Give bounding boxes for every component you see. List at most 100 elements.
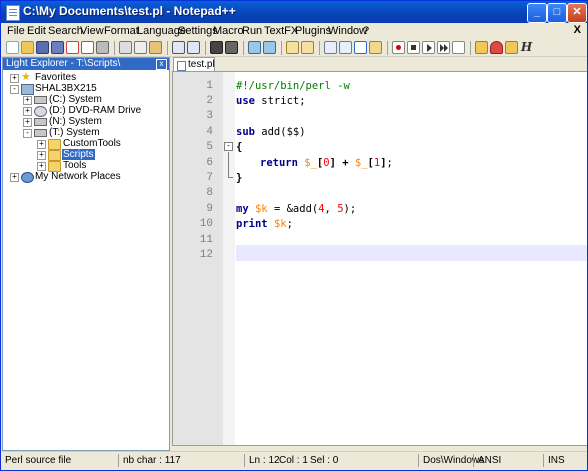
fold-toggle-icon[interactable]: - xyxy=(224,142,233,151)
code-line-10: print $k; xyxy=(236,218,293,230)
current-line-highlight xyxy=(236,245,587,261)
menu-run[interactable]: Run xyxy=(242,25,262,37)
macro-run-multiple-icon[interactable] xyxy=(437,41,450,54)
toolbar-separator xyxy=(205,41,206,55)
menu-file[interactable]: File xyxy=(7,25,25,37)
hex-editor-icon[interactable]: H xyxy=(520,41,533,54)
favorites-heart-icon[interactable] xyxy=(490,41,503,54)
tree-item-drive-n[interactable]: + (N:) System xyxy=(3,116,169,127)
save-icon[interactable] xyxy=(36,41,49,54)
macro-stop-icon[interactable] xyxy=(407,41,420,54)
close-all-icon[interactable] xyxy=(81,41,94,54)
expand-icon[interactable]: + xyxy=(23,107,32,116)
expand-icon[interactable]: + xyxy=(10,173,19,182)
line-number: 6 xyxy=(206,157,213,169)
menu-plugins[interactable]: Plugins xyxy=(295,25,331,37)
line-number: 10 xyxy=(199,218,213,230)
document-icon xyxy=(177,61,186,71)
toolbar-separator xyxy=(167,41,168,55)
tree-label: Tools xyxy=(63,160,87,171)
tree-item-drive-t[interactable]: - (T:) System xyxy=(3,127,169,138)
zoom-out-icon[interactable] xyxy=(263,41,276,54)
macro-play-icon[interactable] xyxy=(422,41,435,54)
menu-macro[interactable]: Macro xyxy=(213,25,244,37)
code-line-7: } xyxy=(236,172,242,184)
macro-record-icon[interactable] xyxy=(392,41,405,54)
code-line-6: return $_[0] + $_[1]; xyxy=(260,157,393,169)
toolbar-separator xyxy=(281,41,282,55)
zoom-in-icon[interactable] xyxy=(248,41,261,54)
menu-close-doc-button[interactable]: X xyxy=(574,24,581,36)
word-wrap-icon[interactable] xyxy=(324,41,337,54)
replace-icon[interactable] xyxy=(225,41,238,54)
find-icon[interactable] xyxy=(210,41,223,54)
menu-settings[interactable]: Settings xyxy=(178,25,218,37)
close-button[interactable]: ✕ xyxy=(567,3,587,23)
expand-icon[interactable]: + xyxy=(23,96,32,105)
status-bar: Perl source file nb char : 117 Ln : 12 C… xyxy=(1,451,587,470)
title-bar[interactable]: C:\My Documents\test.pl - Notepad++ _ □ … xyxy=(1,1,587,23)
menu-edit[interactable]: Edit xyxy=(27,25,46,37)
open-file-icon[interactable] xyxy=(21,41,34,54)
tree-item-network-places[interactable]: + My Network Places xyxy=(3,171,169,183)
operator-token: + xyxy=(335,157,355,169)
sync-horizontal-icon[interactable] xyxy=(301,41,314,54)
tree-item-tools[interactable]: + Tools xyxy=(3,160,169,172)
cut-icon[interactable] xyxy=(119,41,132,54)
menu-search[interactable]: Search xyxy=(48,25,83,37)
tab-test-pl[interactable]: test.pl xyxy=(173,57,215,72)
code-line-2: use strict; xyxy=(236,95,306,107)
paste-icon[interactable] xyxy=(149,41,162,54)
expand-icon[interactable]: + xyxy=(37,151,46,160)
redo-icon[interactable] xyxy=(187,41,200,54)
menu-help[interactable]: ? xyxy=(363,25,369,37)
collapse-icon[interactable]: - xyxy=(10,85,19,94)
tree-item-drive-d[interactable]: + (D:) DVD-RAM Drive xyxy=(3,105,169,117)
tree-item-drive-c[interactable]: + (C:) System xyxy=(3,94,169,105)
expand-icon[interactable]: + xyxy=(10,74,19,83)
menu-window[interactable]: Window xyxy=(328,25,367,37)
tree-item-favorites[interactable]: + ★ Favorites xyxy=(3,72,169,83)
tree-item-scripts[interactable]: + Scripts xyxy=(3,149,169,161)
minimize-button[interactable]: _ xyxy=(527,3,547,23)
macro-save-icon[interactable] xyxy=(452,41,465,54)
light-explorer-close-button[interactable]: x xyxy=(156,59,167,70)
toolbar-separator xyxy=(114,41,115,55)
notepad-app-icon xyxy=(6,5,20,21)
expand-icon[interactable]: + xyxy=(37,162,46,171)
menu-format[interactable]: Format xyxy=(104,25,139,37)
light-explorer-icon[interactable] xyxy=(475,41,488,54)
menu-view[interactable]: View xyxy=(80,25,104,37)
network-drive-icon xyxy=(34,129,47,137)
save-all-icon[interactable] xyxy=(51,41,64,54)
code-editor[interactable]: 1 2 3 4 5 6 7 8 9 10 11 12 - #!/usr/bin/… xyxy=(172,71,587,446)
menu-textfx[interactable]: TextFX xyxy=(264,25,298,37)
copy-icon[interactable] xyxy=(134,41,147,54)
function-list-icon[interactable] xyxy=(505,41,518,54)
collapse-icon[interactable]: - xyxy=(23,129,32,138)
tree-label: (T:) System xyxy=(49,127,100,138)
close-file-icon[interactable] xyxy=(66,41,79,54)
user-lang-icon[interactable] xyxy=(369,41,382,54)
toolbar-separator xyxy=(470,41,471,55)
line-number: 7 xyxy=(206,172,213,184)
variable-token: $_ xyxy=(304,157,317,169)
maximize-button[interactable]: □ xyxy=(547,3,567,23)
comment-token: #!/usr/bin/perl -w xyxy=(236,80,350,92)
sync-vertical-icon[interactable] xyxy=(286,41,299,54)
new-file-icon[interactable] xyxy=(6,41,19,54)
tree-item-computer[interactable]: - SHAL3BX215 xyxy=(3,83,169,95)
undo-icon[interactable] xyxy=(172,41,185,54)
show-all-chars-icon[interactable] xyxy=(339,41,352,54)
expand-icon[interactable]: + xyxy=(37,140,46,149)
code-line-1: #!/usr/bin/perl -w xyxy=(236,80,350,92)
toolbar-separator xyxy=(319,41,320,55)
print-icon[interactable] xyxy=(96,41,109,54)
variable-token: $k xyxy=(254,203,268,215)
indent-guide-icon[interactable] xyxy=(354,41,367,54)
expand-icon[interactable]: + xyxy=(23,118,32,127)
star-icon: ★ xyxy=(21,71,31,83)
tree-item-customtools[interactable]: + CustomTools xyxy=(3,138,169,150)
status-char-count: nb char : 117 xyxy=(118,454,181,467)
toolbar: H xyxy=(1,40,587,57)
